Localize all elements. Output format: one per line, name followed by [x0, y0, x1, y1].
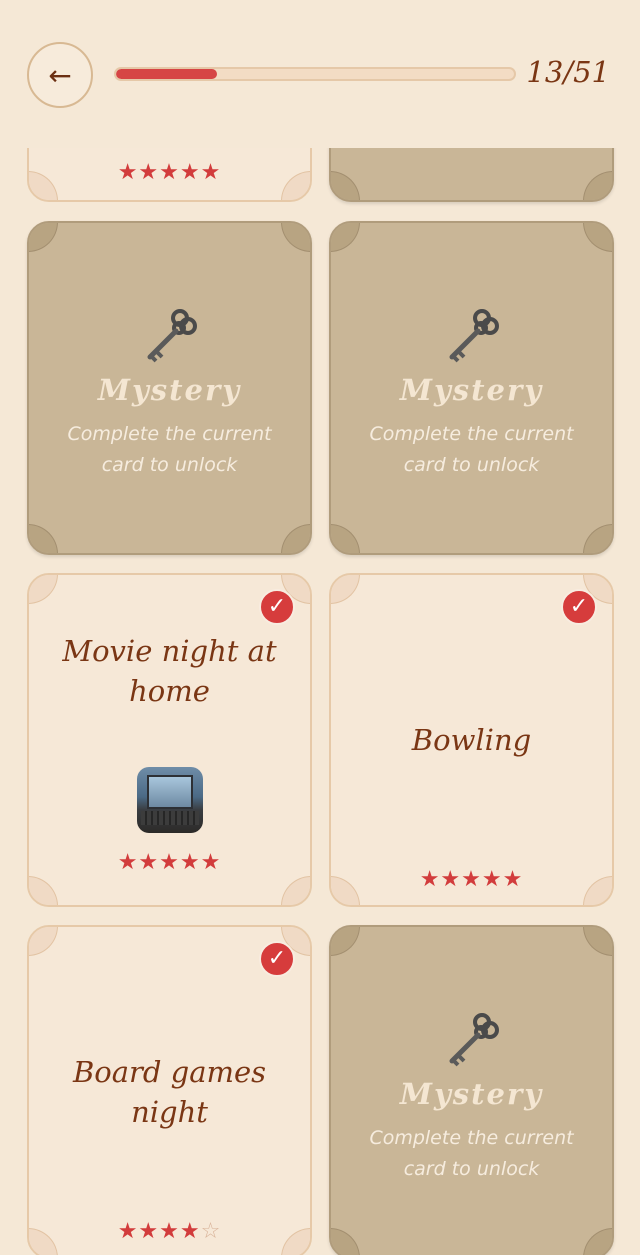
arrow-left-icon: ← [48, 58, 72, 92]
completed-check-icon: ✓ [259, 589, 295, 625]
card-grid[interactable]: ★★★★★ Mystery Complete the current card … [0, 148, 640, 1255]
completed-check-icon: ✓ [561, 589, 597, 625]
mystery-subtitle: Complete the current card to unlock [369, 1127, 574, 1180]
card-title: Bowling [411, 723, 532, 757]
card-thumbnail [137, 767, 203, 833]
key-icon [147, 309, 197, 363]
mystery-title: Mystery [399, 1077, 544, 1111]
progress-bar [114, 67, 516, 81]
card-bowling[interactable]: ✓ Bowling ★★★★★ [329, 573, 614, 907]
mystery-subtitle: Complete the current card to unlock [67, 423, 272, 476]
card-completed-top-left[interactable]: ★★★★★ [27, 148, 312, 202]
card-title: Board games night [72, 1055, 267, 1129]
progress-fill [116, 69, 218, 79]
star-rating: ★★★★☆ [117, 1219, 222, 1244]
star-rating: ★★★★★ [419, 867, 524, 892]
card-movie-night[interactable]: ✓ Movie night at home ★★★★★ [27, 573, 312, 907]
mystery-title: Mystery [97, 373, 242, 407]
card-mystery[interactable]: Mystery Complete the current card to unl… [27, 221, 312, 555]
progress-counter: 13/51 [526, 55, 610, 89]
header: ← 13/51 [0, 0, 640, 148]
star-rating: ★★★★★ [117, 850, 222, 875]
card-locked-top-right[interactable] [329, 148, 614, 202]
star-rating: ★★★★★ [117, 160, 222, 185]
mystery-title: Mystery [399, 373, 544, 407]
key-icon [449, 309, 499, 363]
back-button[interactable]: ← [27, 42, 93, 108]
completed-check-icon: ✓ [259, 941, 295, 977]
mystery-subtitle: Complete the current card to unlock [369, 423, 574, 476]
card-board-games[interactable]: ✓ Board games night ★★★★☆ [27, 925, 312, 1255]
card-mystery[interactable]: Mystery Complete the current card to unl… [329, 221, 614, 555]
card-title: Movie night at home [62, 634, 277, 708]
key-icon [449, 1013, 499, 1067]
card-mystery[interactable]: Mystery Complete the current card to unl… [329, 925, 614, 1255]
